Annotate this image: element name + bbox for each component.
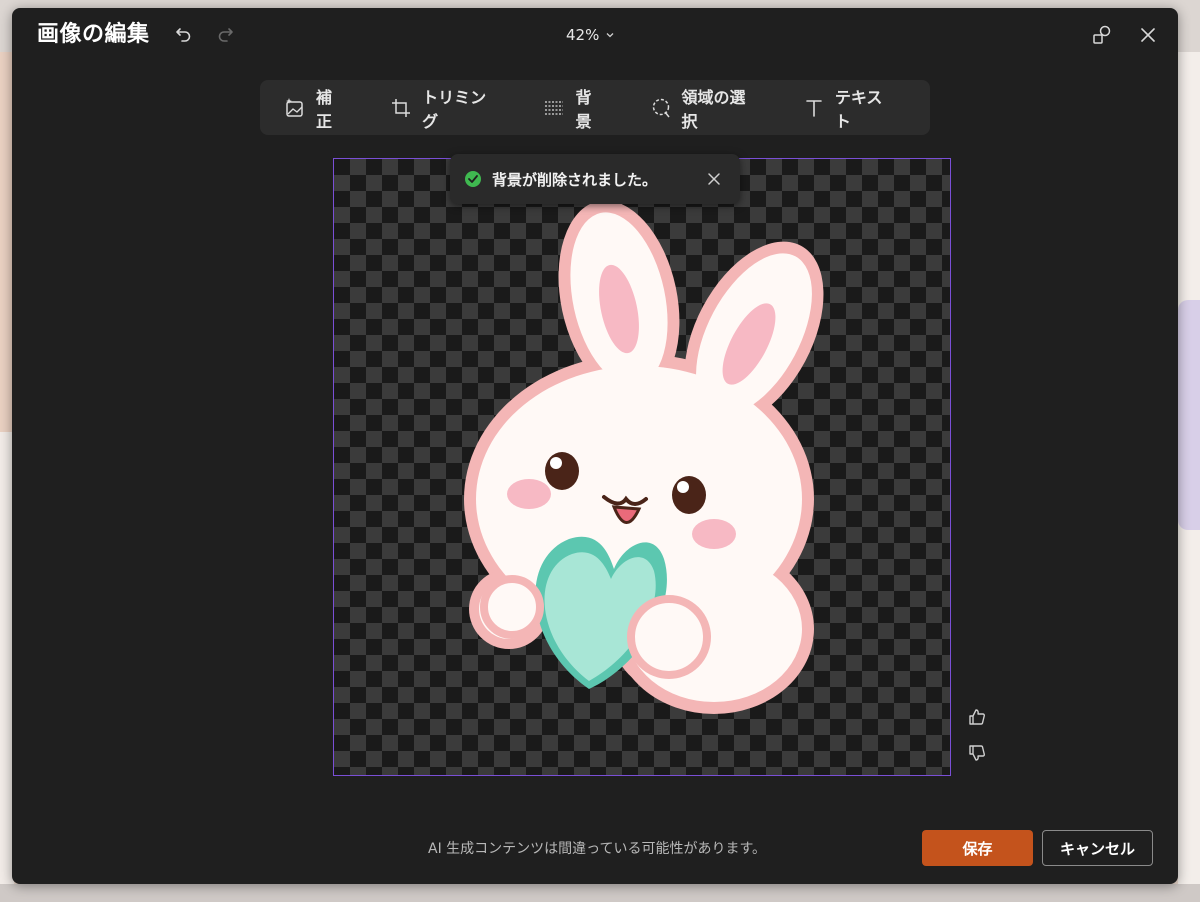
bunny-image [464, 200, 824, 714]
undo-icon [176, 28, 191, 42]
save-button[interactable]: 保存 [922, 830, 1033, 866]
ai-disclaimer: AI 生成コンテンツは間違っている可能性があります。 [428, 841, 767, 857]
tool-enhance[interactable]: 補正 [274, 76, 357, 140]
image-canvas[interactable] [333, 158, 951, 776]
thumbs-down-button[interactable] [964, 740, 990, 766]
success-toast: 背景が削除されました。 [450, 154, 740, 204]
dialog-title: 画像の編集 [37, 22, 150, 47]
edit-toolbar: 補正 トリミング 背景 領域の選択 テキスト [260, 80, 930, 135]
chevron-down-icon [606, 33, 614, 38]
zoom-level: 42% [566, 26, 600, 44]
close-icon [1141, 28, 1155, 42]
close-icon [708, 173, 720, 185]
edit-image-dialog: 画像の編集 42% 補正 トリミング 背景 領域の選択 テキスト 背景が削除され… [12, 8, 1178, 884]
shapes-icon [1093, 25, 1111, 44]
image-sparkle-icon [286, 97, 303, 117]
undo-button[interactable] [170, 20, 198, 48]
tool-select-area-label: 領域の選択 [681, 87, 746, 131]
redo-button[interactable] [211, 20, 239, 48]
cancel-button[interactable]: キャンセル [1042, 830, 1153, 866]
close-dialog-button[interactable] [1134, 21, 1162, 49]
check-circle-icon [465, 171, 481, 187]
background-card [1178, 300, 1200, 530]
tool-crop-label: トリミング [422, 87, 487, 131]
tool-select-area[interactable]: 領域の選択 [640, 76, 770, 140]
tool-background-label: 背景 [575, 87, 592, 131]
toast-message: 背景が削除されました。 [492, 170, 658, 189]
lasso-select-icon [652, 98, 670, 117]
zoom-dropdown[interactable]: 42% [566, 23, 615, 47]
background-bottom-bar [0, 884, 1200, 902]
tool-background[interactable]: 背景 [533, 76, 616, 140]
thumbs-down-icon [969, 745, 985, 761]
redo-icon [218, 28, 233, 42]
tool-text-label: テキスト [834, 87, 883, 131]
shapes-button[interactable] [1088, 21, 1116, 49]
crop-icon [392, 98, 411, 117]
toast-close-button[interactable] [700, 165, 728, 193]
text-icon [806, 99, 822, 117]
thumbs-up-icon [969, 709, 985, 725]
thumbs-up-button[interactable] [964, 704, 990, 730]
background-icon [545, 100, 564, 115]
tool-enhance-label: 補正 [316, 87, 333, 131]
tool-text[interactable]: テキスト [793, 76, 907, 140]
tool-crop[interactable]: トリミング [380, 76, 510, 140]
